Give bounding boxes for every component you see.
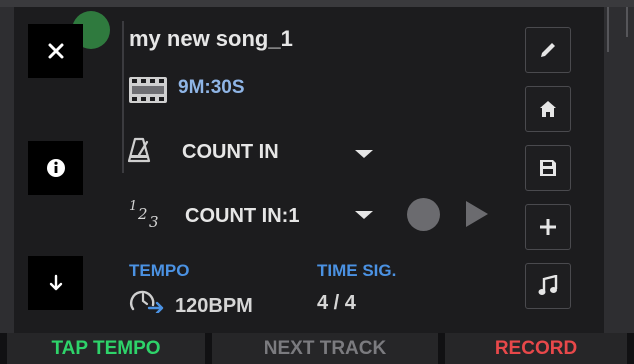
collapse-button[interactable] <box>28 256 83 310</box>
info-button[interactable] <box>28 141 83 195</box>
add-button[interactable] <box>525 204 571 250</box>
count-in-label: COUNT IN <box>182 141 279 163</box>
tempo-caption: TEMPO <box>129 261 190 280</box>
timeline-top-strip <box>0 0 634 7</box>
tempo-value[interactable]: 120BPM <box>175 295 253 318</box>
close-icon <box>48 43 63 59</box>
arrow-down-icon <box>49 274 62 291</box>
save-button[interactable] <box>525 145 571 191</box>
next-track-button[interactable]: NEXT TRACK <box>212 333 438 364</box>
time-signature-caption: TIME SIG. <box>317 261 397 280</box>
numbers-icon: 1 2 3 <box>129 199 159 231</box>
play-icon[interactable] <box>464 199 490 229</box>
song-settings-panel <box>14 7 604 333</box>
music-note-icon <box>538 275 558 295</box>
song-title[interactable]: my new song_1 <box>129 26 293 52</box>
save-icon <box>540 160 556 176</box>
record-count-in-button[interactable] <box>407 198 440 231</box>
tap-tempo-button[interactable]: TAP TEMPO <box>7 333 205 364</box>
info-icon <box>46 159 65 177</box>
tempo-icon <box>130 290 164 313</box>
pencil-icon <box>541 43 555 57</box>
timeline-tick <box>626 7 628 37</box>
home-icon <box>540 101 556 117</box>
edit-button[interactable] <box>525 27 571 73</box>
timeline-tick <box>607 7 609 52</box>
metronome-icon <box>128 137 151 163</box>
home-button[interactable] <box>525 86 571 132</box>
record-button[interactable]: RECORD <box>445 333 627 364</box>
film-icon <box>129 77 167 103</box>
count-in-bars-label: COUNT IN:1 <box>185 205 300 227</box>
count-in-dropdown-caret[interactable] <box>355 150 373 158</box>
close-button[interactable] <box>28 24 83 78</box>
time-signature-value[interactable]: 4 / 4 <box>317 292 356 315</box>
count-in-bars-dropdown-caret[interactable] <box>355 211 373 219</box>
plus-icon <box>540 219 556 235</box>
panel-divider <box>122 21 124 173</box>
music-button[interactable] <box>525 263 571 309</box>
song-duration: 9M:30S <box>178 77 245 98</box>
